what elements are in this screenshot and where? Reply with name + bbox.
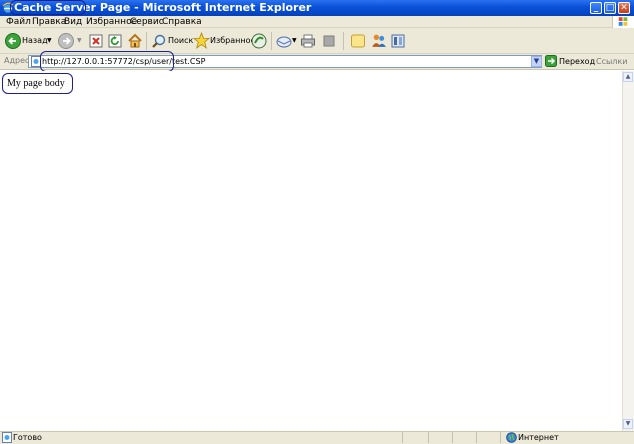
messenger-icon[interactable] [370, 32, 387, 49]
address-dropdown-icon[interactable]: ▼ [531, 56, 542, 67]
research-icon[interactable] [390, 33, 406, 49]
page-content [0, 71, 622, 431]
scroll-down-icon[interactable]: ▼ [623, 419, 633, 429]
go-button-label[interactable]: Переход [559, 56, 595, 67]
close-button[interactable]: ✕ [618, 2, 630, 14]
back-arrow-icon[interactable] [5, 33, 21, 49]
stop-icon[interactable] [89, 34, 103, 48]
menu-edit[interactable]: Правка [32, 16, 66, 28]
links-label[interactable]: Ссылки [596, 56, 627, 67]
windows-logo-icon [612, 16, 634, 28]
go-arrow-icon[interactable] [545, 55, 557, 67]
status-divider [402, 432, 403, 443]
home-icon[interactable] [127, 33, 143, 49]
vertical-scrollbar[interactable] [622, 71, 634, 431]
print-icon[interactable] [300, 33, 316, 49]
mail-icon[interactable] [276, 33, 292, 49]
status-divider [428, 432, 429, 443]
search-icon[interactable] [151, 33, 167, 49]
menu-help[interactable]: Справка [162, 16, 202, 28]
favorites-star-icon[interactable] [193, 32, 210, 49]
scroll-up-icon[interactable]: ▲ [623, 72, 633, 82]
url-highlight [40, 51, 174, 72]
toolbar-separator [146, 32, 147, 50]
status-text: Готово [13, 433, 42, 442]
mail-dropdown-icon[interactable]: ▼ [292, 36, 297, 46]
toolbar-separator [343, 32, 344, 50]
favorites-button-label[interactable]: Избранное [210, 36, 255, 46]
status-divider [476, 432, 477, 443]
page-icon [2, 432, 12, 443]
internet-zone-icon [506, 432, 517, 443]
media-icon[interactable] [251, 33, 267, 49]
back-dropdown-icon[interactable]: ▼ [47, 36, 52, 46]
menu-tools[interactable]: Сервис [130, 16, 164, 28]
minimize-button[interactable]: _ [590, 2, 602, 14]
menu-view[interactable]: Вид [64, 16, 82, 28]
title-highlight [10, 0, 86, 15]
security-zone-label: Интернет [518, 433, 559, 442]
toolbar-separator [271, 32, 272, 50]
status-divider [452, 432, 453, 443]
refresh-icon[interactable] [108, 34, 122, 48]
edit-icon[interactable] [323, 35, 335, 47]
back-button-label[interactable]: Назад [22, 36, 48, 46]
forward-dropdown-icon[interactable]: ▼ [77, 36, 82, 46]
maximize-button[interactable]: □ [604, 2, 616, 14]
search-button-label[interactable]: Поиск [168, 36, 193, 46]
address-label: Адрес [4, 56, 30, 65]
body-highlight [2, 73, 73, 94]
menu-file[interactable]: Файл [6, 16, 31, 28]
status-divider [500, 432, 501, 443]
discuss-icon[interactable] [350, 33, 366, 49]
forward-arrow-icon[interactable] [58, 33, 74, 49]
